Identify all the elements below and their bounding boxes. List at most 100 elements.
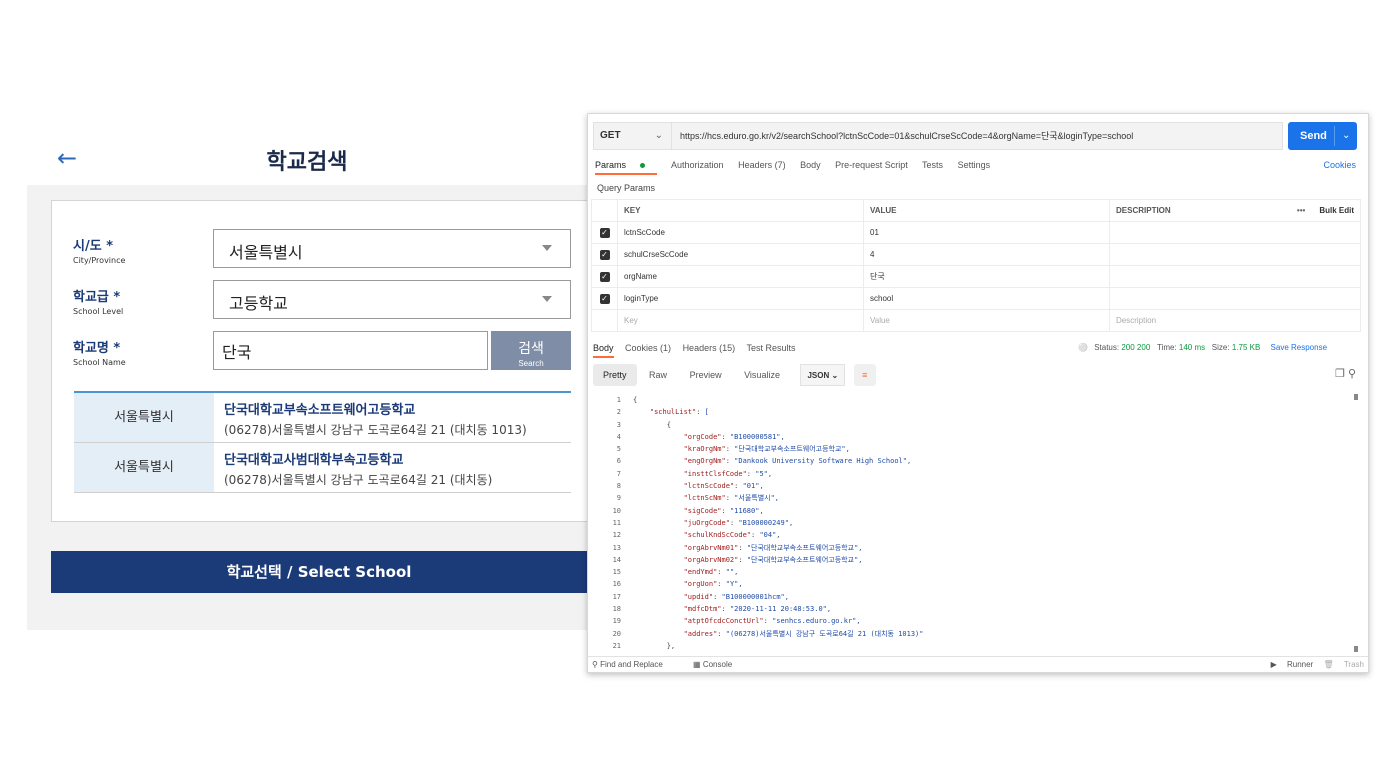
line-number: 12 [612, 531, 621, 540]
level-label: 학교급 * School Level [73, 286, 123, 316]
json-code: { "schulList": [ { "orgCode": "B10000058… [633, 394, 1348, 652]
param-description[interactable] [1109, 243, 1361, 266]
search-icon[interactable]: ⚲ [1348, 368, 1356, 380]
result-school-name: 단국대학교사범대학부속고등학교 [224, 453, 404, 468]
send-button[interactable]: Send ⌄ [1288, 122, 1357, 150]
checkbox-checked[interactable]: ✓ [599, 227, 610, 238]
bulk-edit-button[interactable]: Bulk Edit [1319, 206, 1354, 215]
checkbox-checked[interactable]: ✓ [599, 249, 610, 260]
scrollbar[interactable] [1354, 394, 1358, 652]
city-select[interactable]: 서울특별시 [213, 229, 571, 268]
status-code: 200 [1121, 343, 1135, 352]
param-key[interactable]: loginType [617, 287, 864, 310]
code-line: }, [633, 641, 676, 650]
tab-body[interactable]: Body [800, 160, 821, 170]
tab-headers[interactable]: Headers (7) [738, 160, 786, 170]
param-key[interactable]: schulCrseScCode [617, 243, 864, 266]
param-description[interactable] [1109, 265, 1361, 288]
table-row: ✓ schulCrseScCode 4 [591, 243, 1361, 266]
school-search-panel: ← 학교검색 시/도 * City/Province 서울특별시 학교급 * S… [27, 130, 587, 630]
list-item[interactable]: 서울특별시 단국대학교사범대학부속고등학교 (06278)서울특별시 강남구 도… [74, 443, 571, 493]
city-label-en: City/Province [73, 256, 126, 265]
checkbox-checked[interactable]: ✓ [599, 271, 610, 282]
tab-authorization[interactable]: Authorization [671, 160, 724, 170]
tab-response-body[interactable]: Body [593, 343, 614, 358]
key-placeholder[interactable]: Key [617, 309, 864, 332]
tab-response-cookies[interactable]: Cookies (1) [625, 343, 671, 353]
code-line: "orgUon": "Y", [683, 580, 743, 589]
wrap-lines-icon[interactable]: ≡ [853, 364, 876, 386]
line-numbers: 1 2 3 4 5 6 7 8 9 10 11 12 13 14 15 16 17 18 19 20 21 [593, 394, 621, 652]
active-dot-icon [640, 163, 646, 169]
more-options-icon[interactable]: ••• [1297, 206, 1305, 215]
size-value: 1.75 KB [1231, 343, 1261, 352]
response-tools: ❐ ⚲ [1335, 367, 1356, 380]
param-value[interactable]: 단국 [863, 265, 1110, 288]
tab-raw[interactable]: Raw [639, 364, 677, 386]
param-key[interactable]: orgName [617, 265, 864, 288]
param-description[interactable] [1109, 287, 1361, 310]
name-label-ko: 학교명 * [73, 341, 121, 356]
time-label: Time: [1156, 343, 1177, 352]
search-button[interactable]: 검색 Search [491, 331, 571, 370]
copy-icon[interactable]: ❐ [1335, 368, 1345, 380]
code-line: "orgAbrvNm01": "단국대학교부속소프트웨어고등학교", [683, 543, 863, 552]
trash-label: Trash [1343, 660, 1364, 669]
trash-button[interactable]: 🗑 Trash [1323, 660, 1364, 669]
description-placeholder[interactable]: Description [1109, 309, 1361, 332]
line-number: 3 [616, 420, 621, 429]
code-line: "insttClsfCode": "5", [683, 469, 773, 478]
tab-settings[interactable]: Settings [958, 160, 991, 170]
chevron-down-icon [542, 245, 552, 251]
scrollbar-bottom-arrow[interactable] [1354, 646, 1358, 652]
tab-pre-request-script[interactable]: Pre-request Script [835, 160, 908, 170]
results-list: 서울특별시 단국대학교부속소프트웨어고등학교 (06278)서울특별시 강남구 … [74, 391, 571, 493]
line-number: 18 [612, 605, 621, 614]
find-replace-button[interactable]: ⚲ Find and Replace [592, 660, 677, 669]
code-line: "sigCode": "11680", [683, 506, 764, 515]
tab-params[interactable]: Params [595, 160, 658, 175]
postman-window: GET ⌄ https://hcs.eduro.go.kr/v2/searchS… [587, 113, 1369, 673]
select-school-button[interactable]: 학교선택 / Select School [51, 551, 587, 593]
status-code-text: 200 [1136, 343, 1151, 352]
response-body[interactable]: 1 2 3 4 5 6 7 8 9 10 11 12 13 14 15 16 17 18 19 20 21 { "sch… [593, 394, 1348, 652]
method-value: GET [600, 130, 621, 141]
city-label: 시/도 * City/Province [73, 235, 125, 265]
scrollbar-top-arrow[interactable] [1354, 394, 1358, 400]
result-address: (06278)서울특별시 강남구 도곡로64길 21 (대치동) [224, 473, 493, 487]
format-select[interactable]: JSON ⌄ [800, 364, 846, 386]
size-label: Size: [1211, 343, 1230, 352]
header-description-cell: DESCRIPTION Bulk Edit ••• [1109, 199, 1361, 222]
value-placeholder[interactable]: Value [863, 309, 1110, 332]
url-input[interactable]: https://hcs.eduro.go.kr/v2/searchSchool?… [680, 123, 1133, 149]
request-tabs: Params Authorization Headers (7) Body Pr… [595, 160, 1002, 175]
line-number: 15 [612, 568, 621, 577]
tab-test-results[interactable]: Test Results [746, 343, 795, 353]
param-value[interactable]: 01 [863, 221, 1110, 244]
result-school-name: 단국대학교부속소프트웨어고등학교 [224, 403, 416, 418]
list-item[interactable]: 서울특별시 단국대학교부속소프트웨어고등학교 (06278)서울특별시 강남구 … [74, 393, 571, 443]
chevron-down-icon[interactable]: ⌄ [1342, 122, 1350, 150]
checkbox-checked[interactable]: ✓ [599, 293, 610, 304]
line-number: 1 [616, 396, 621, 404]
cookies-link[interactable]: Cookies [1323, 160, 1356, 170]
runner-button[interactable]: ▶ Runner [1271, 660, 1314, 669]
school-name-input[interactable] [213, 331, 488, 370]
tab-preview[interactable]: Preview [680, 364, 732, 386]
level-select[interactable]: 고등학교 [213, 280, 571, 319]
tab-visualize[interactable]: Visualize [734, 364, 790, 386]
tab-pretty[interactable]: Pretty [593, 364, 637, 386]
console-button[interactable]: ▦ Console [693, 660, 746, 669]
chevron-down-icon: ⌄ [654, 130, 663, 141]
globe-icon: ⚪ [1078, 343, 1088, 352]
save-response-button[interactable]: Save Response [1271, 343, 1327, 352]
param-description[interactable] [1109, 221, 1361, 244]
city-label-ko: 시/도 * [73, 239, 113, 254]
param-value[interactable]: 4 [863, 243, 1110, 266]
param-value[interactable]: school [863, 287, 1110, 310]
tab-response-headers[interactable]: Headers (15) [683, 343, 736, 353]
method-select[interactable]: GET ⌄ [594, 123, 672, 149]
code-line: "orgCode": "B100000581", [683, 432, 785, 441]
tab-tests[interactable]: Tests [922, 160, 943, 170]
param-key[interactable]: lctnScCode [617, 221, 864, 244]
